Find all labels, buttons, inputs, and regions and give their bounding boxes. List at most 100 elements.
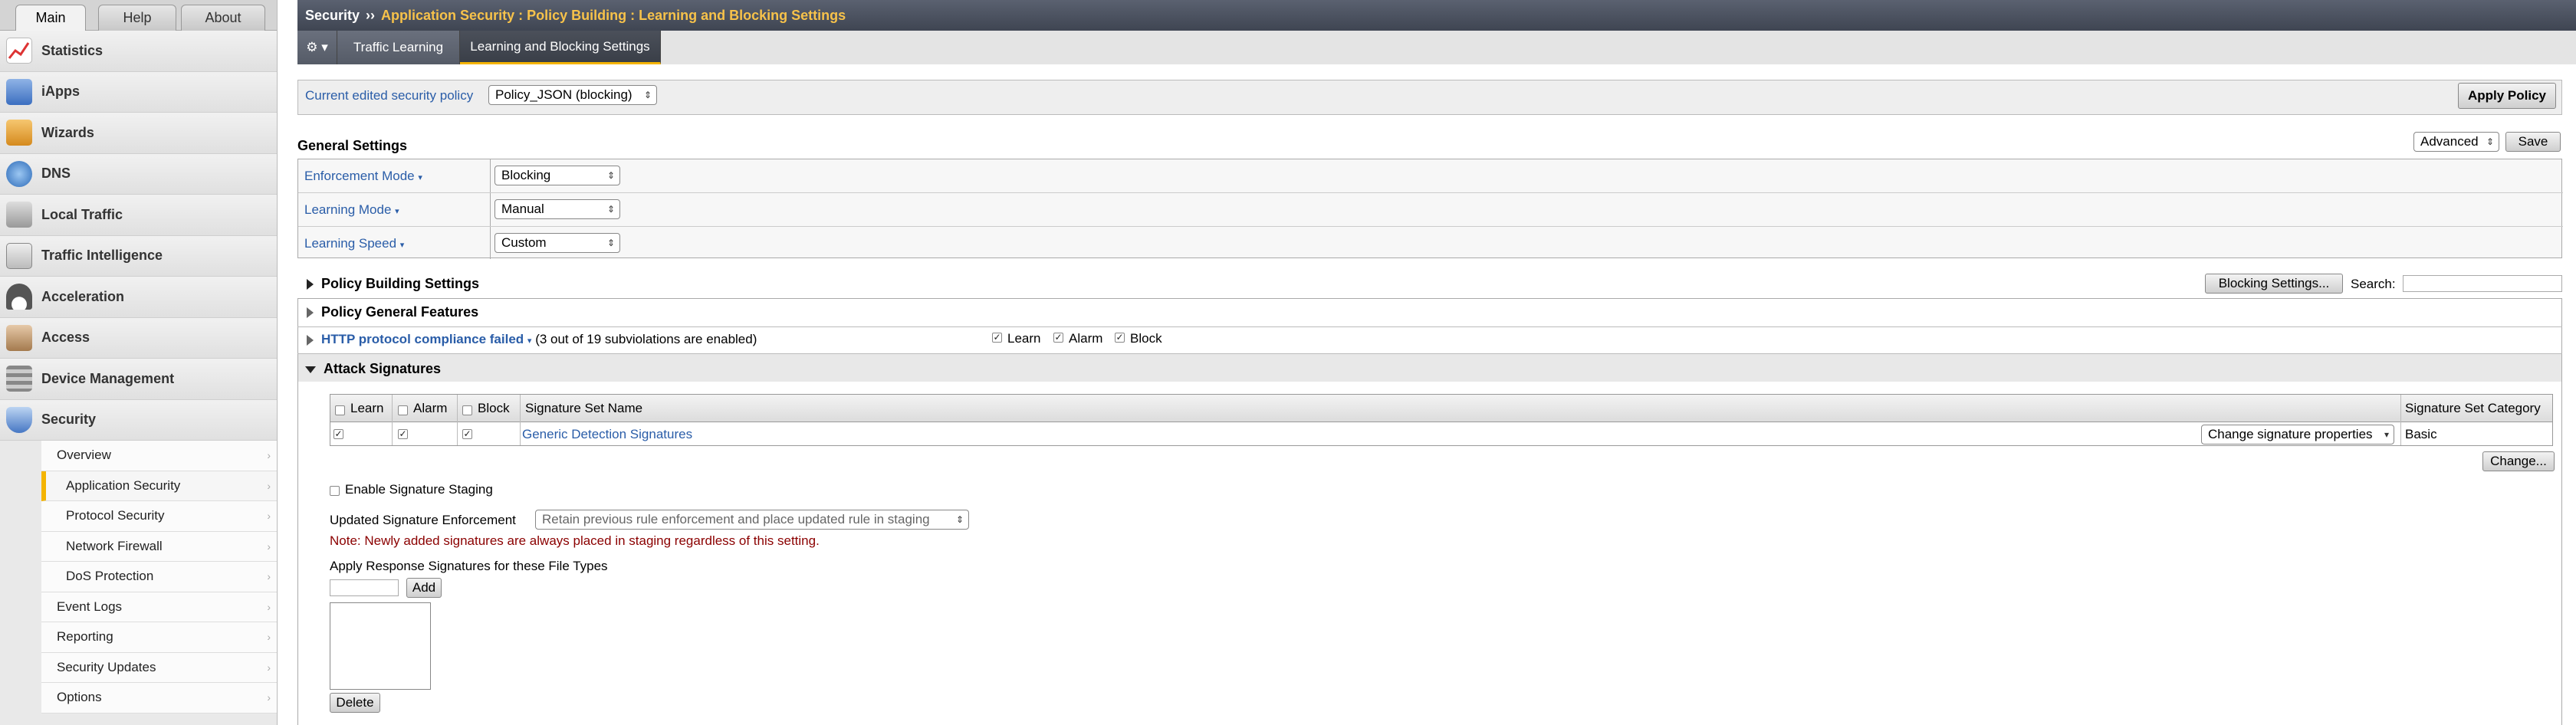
subnav-dos-protection[interactable]: DoS Protection › (41, 562, 277, 592)
general-settings-title: General Settings (297, 138, 408, 153)
signature-set-link[interactable]: Generic Detection Signatures (522, 427, 692, 442)
nav-label: Wizards (41, 124, 94, 140)
add-button[interactable]: Add (406, 578, 442, 598)
subnav-reporting[interactable]: Reporting › (41, 622, 277, 653)
file-types-list[interactable] (330, 602, 431, 690)
nav-access[interactable]: Access (0, 317, 277, 359)
breadcrumb-bar: Security ›› Application Security : Polic… (297, 0, 2576, 31)
row-label: Learning Speed (304, 236, 397, 251)
row-block-checkbox[interactable]: ✓ (462, 429, 472, 439)
tab-learning-blocking-settings[interactable]: Learning and Blocking Settings (460, 31, 661, 64)
apply-policy-button[interactable]: Apply Policy (2458, 83, 2556, 109)
nav-label: Statistics (41, 42, 104, 58)
select-value: Blocking (501, 168, 551, 182)
tab-main[interactable]: Main (15, 5, 86, 31)
change-button[interactable]: Change... (2482, 451, 2555, 471)
advanced-select[interactable]: Advanced ⇕ (2413, 132, 2499, 152)
chevron-right-icon: › (267, 631, 271, 644)
http-alarm-label: Alarm (1069, 331, 1103, 346)
collapse-triangle-icon (305, 366, 316, 373)
nav-device-management[interactable]: Device Management (0, 359, 277, 400)
learning-speed-select[interactable]: Custom ⇕ (495, 233, 620, 253)
http-alarm-checkbox[interactable]: ✓ (1053, 333, 1063, 343)
row-label: Enforcement Mode (304, 169, 415, 183)
expand-triangle-icon (307, 279, 314, 290)
left-navigation: Main Help About Statistics iApps Wizards… (0, 0, 278, 725)
tab-help[interactable]: Help (98, 5, 176, 31)
subnav-label: Reporting (57, 629, 113, 645)
column-header: Alarm (413, 401, 448, 415)
subnav-security-updates[interactable]: Security Updates › (41, 652, 277, 683)
learning-mode-select[interactable]: Manual ⇕ (495, 199, 620, 219)
file-type-input[interactable] (330, 579, 399, 596)
http-compliance-note: (3 out of 19 subviolations are enabled) (535, 332, 757, 346)
caret-down-icon: ▾ (399, 241, 405, 250)
chevron-right-icon: › (267, 510, 271, 523)
enforcement-mode-select[interactable]: Blocking ⇕ (495, 166, 620, 185)
learning-mode-label[interactable]: Learning Mode ▾ (304, 202, 399, 218)
row-alarm-checkbox[interactable]: ✓ (398, 429, 408, 439)
attack-signatures-toggle[interactable]: Attack Signatures (305, 361, 441, 377)
search-label: Search: (2351, 277, 2396, 291)
block-all-checkbox[interactable] (462, 405, 472, 415)
subnav-application-security[interactable]: Application Security › (41, 471, 277, 501)
nav-dns[interactable]: DNS (0, 153, 277, 195)
http-learn-checkbox[interactable]: ✓ (992, 333, 1002, 343)
column-header: Block (478, 401, 510, 415)
blocking-settings-button[interactable]: Blocking Settings... (2205, 274, 2343, 294)
statistics-icon (6, 38, 32, 64)
nav-local-traffic[interactable]: Local Traffic (0, 195, 277, 236)
nav-security[interactable]: Security (0, 399, 277, 441)
breadcrumb-separator: ›› (366, 7, 376, 23)
nav-iapps[interactable]: iApps (0, 71, 277, 113)
policy-building-settings-toggle[interactable]: Policy Building Settings (307, 276, 479, 292)
chevron-right-icon: › (267, 600, 271, 613)
alarm-all-checkbox[interactable] (398, 405, 408, 415)
signature-set-category: Basic (2405, 427, 2437, 441)
subnav-label: Options (57, 690, 102, 705)
save-button[interactable]: Save (2505, 132, 2561, 152)
iapps-icon (6, 78, 32, 105)
row-learn-checkbox[interactable]: ✓ (334, 429, 343, 439)
http-compliance-link[interactable]: HTTP protocol compliance failed (321, 332, 524, 346)
caret-down-icon: ▾ (418, 173, 422, 182)
subnav-event-logs[interactable]: Event Logs › (41, 592, 277, 622)
acceleration-icon (6, 284, 32, 310)
enable-staging-checkbox[interactable] (330, 486, 340, 496)
advanced-select-value: Advanced (2420, 134, 2479, 149)
expand-triangle-icon[interactable] (307, 334, 314, 346)
policy-general-features-toggle[interactable]: Policy General Features (307, 304, 478, 320)
search-input[interactable] (2403, 275, 2562, 292)
delete-button[interactable]: Delete (330, 693, 380, 713)
http-block-checkbox[interactable]: ✓ (1115, 333, 1125, 343)
learning-speed-label[interactable]: Learning Speed ▾ (304, 236, 404, 251)
subnav-protocol-security[interactable]: Protocol Security › (41, 501, 277, 532)
chevron-right-icon: › (267, 449, 271, 462)
nav-wizards[interactable]: Wizards (0, 113, 277, 154)
local-traffic-icon (6, 202, 32, 228)
updated-enforcement-select[interactable]: Retain previous rule enforcement and pla… (535, 510, 969, 530)
enforcement-mode-label[interactable]: Enforcement Mode ▾ (304, 169, 422, 184)
breadcrumb-path: Application Security : Policy Building :… (381, 7, 846, 23)
row-divider (298, 192, 2563, 193)
policy-select[interactable]: Policy_JSON (blocking) ⇕ (488, 85, 657, 105)
column-divider (520, 395, 521, 445)
nav-traffic-intelligence[interactable]: Traffic Intelligence (0, 235, 277, 277)
expand-triangle-icon (307, 307, 314, 319)
subnav-network-firewall[interactable]: Network Firewall › (41, 531, 277, 562)
select-arrow-icon: ⇕ (2486, 136, 2494, 147)
http-block-label: Block (1130, 331, 1162, 346)
nav-label: Access (41, 330, 90, 346)
chevron-right-icon: › (267, 479, 271, 492)
nav-acceleration[interactable]: Acceleration (0, 277, 277, 318)
gear-menu-button[interactable]: ⚙ ▾ (297, 31, 337, 64)
tab-traffic-learning[interactable]: Traffic Learning (337, 31, 460, 64)
subnav-label: Protocol Security (66, 508, 165, 523)
change-signature-properties-select[interactable]: Change signature properties ▾ (2201, 425, 2394, 445)
tab-about[interactable]: About (181, 5, 265, 31)
column-divider (2400, 395, 2401, 445)
nav-statistics[interactable]: Statistics (0, 31, 277, 72)
learn-all-checkbox[interactable] (335, 405, 345, 415)
subnav-options[interactable]: Options › (41, 683, 277, 714)
subnav-overview[interactable]: Overview › (41, 441, 277, 471)
